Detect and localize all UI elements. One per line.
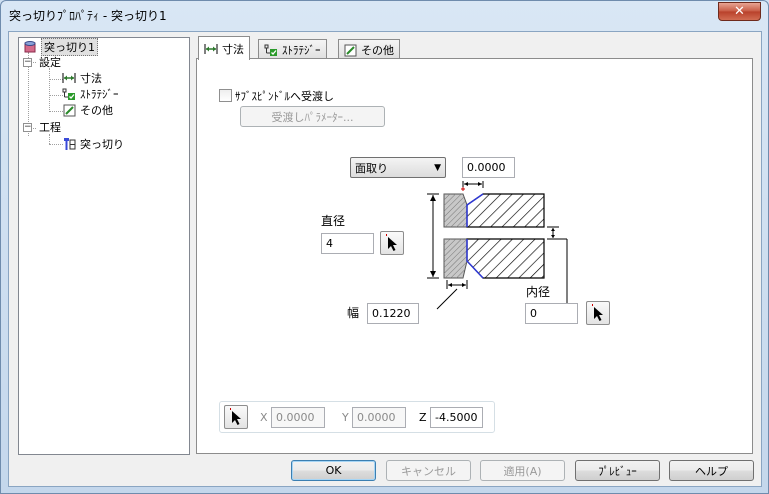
- cursor-pick-icon: [230, 408, 241, 425]
- z-field[interactable]: -4.5000: [430, 407, 483, 428]
- edit-note-icon: [344, 44, 357, 57]
- tree-item-other[interactable]: その他: [61, 102, 113, 118]
- property-tree[interactable]: 突っ切り1 − 設定 寸法 ｽﾄﾗﾃｼﾞｰ その他 − 工程 突っ切り: [18, 37, 190, 455]
- expander-minus-icon[interactable]: −: [23, 58, 32, 67]
- dialog-client-area: 突っ切り1 − 設定 寸法 ｽﾄﾗﾃｼﾞｰ その他 − 工程 突っ切り 寸法 ｽ…: [8, 31, 762, 487]
- sub-spindle-label: ｻﾌﾞｽﾋﾟﾝﾄﾞﾙへ受渡し: [235, 90, 334, 103]
- pick-diameter-button[interactable]: [380, 231, 404, 255]
- x-label: X: [260, 411, 268, 424]
- tree-item-settings[interactable]: 設定: [39, 54, 61, 70]
- cursor-pick-icon: [592, 304, 603, 321]
- tab-other[interactable]: その他: [338, 39, 400, 60]
- preview-button[interactable]: ﾌﾟﾚﾋﾞｭｰ: [575, 460, 660, 481]
- strategy-icon: [61, 87, 77, 101]
- cylinder-icon: [22, 40, 38, 54]
- diameter-field[interactable]: 4: [321, 233, 374, 254]
- close-icon: ✕: [734, 4, 745, 19]
- tree-line: [49, 68, 50, 112]
- tree-item-label: 設定: [39, 56, 61, 69]
- inner-diameter-label: 内径: [526, 285, 551, 299]
- tab-strategy[interactable]: ｽﾄﾗﾃｼﾞｰ: [258, 39, 327, 60]
- tree-item-label: その他: [80, 104, 113, 117]
- strategy-icon: [264, 44, 278, 57]
- tree-item-label: 突っ切り: [80, 138, 124, 151]
- x-field[interactable]: 0.0000: [271, 407, 325, 428]
- help-button[interactable]: ヘルプ: [669, 460, 754, 481]
- tab-dimension[interactable]: 寸法: [198, 36, 250, 60]
- tab-label: ｽﾄﾗﾃｼﾞｰ: [282, 44, 321, 57]
- tab-label: 寸法: [222, 42, 244, 56]
- title-bar[interactable]: 突っ切りﾌﾟﾛﾊﾟﾃｨ - 突っ切り1 ✕: [1, 1, 768, 31]
- dimension-icon: [204, 43, 218, 55]
- parting-tool-icon: [61, 137, 77, 151]
- tree-item-root[interactable]: 突っ切り1: [22, 38, 98, 56]
- window-title: 突っ切りﾌﾟﾛﾊﾟﾃｨ - 突っ切り1: [9, 9, 167, 23]
- parting-diagram: [427, 181, 568, 310]
- dimension-icon: [61, 71, 77, 85]
- tree-item-dimension[interactable]: 寸法: [61, 70, 102, 86]
- tree-item-label: 工程: [39, 121, 61, 134]
- tree-item-label: 寸法: [80, 72, 102, 85]
- apply-button[interactable]: 適用(A): [480, 460, 565, 481]
- pick-inner-diameter-button[interactable]: [586, 301, 610, 325]
- ok-button[interactable]: OK: [291, 460, 376, 481]
- tree-item-strategy[interactable]: ｽﾄﾗﾃｼﾞｰ: [61, 86, 119, 102]
- cursor-pick-icon: [386, 234, 397, 251]
- tree-item-process[interactable]: 工程: [39, 119, 61, 135]
- chamfer-field[interactable]: 0.0000: [462, 157, 515, 178]
- edit-note-icon: [61, 103, 77, 117]
- dimension-tab-panel: ｻﾌﾞｽﾋﾟﾝﾄﾞﾙへ受渡し 受渡しﾊﾟﾗﾒｰﾀｰ... 面取り ▼ 0.000…: [196, 58, 753, 454]
- width-label: 幅: [347, 306, 360, 320]
- pick-position-button[interactable]: [224, 405, 248, 429]
- chevron-down-icon: ▼: [434, 163, 441, 173]
- diameter-label: 直径: [321, 214, 346, 228]
- transfer-params-button[interactable]: 受渡しﾊﾟﾗﾒｰﾀｰ...: [240, 106, 385, 127]
- edge-type-value: 面取り: [355, 161, 388, 175]
- width-field[interactable]: 0.1220: [367, 303, 419, 324]
- y-label: Y: [342, 411, 349, 424]
- tree-line: [49, 134, 50, 144]
- cancel-button[interactable]: キャンセル: [386, 460, 471, 481]
- y-field[interactable]: 0.0000: [352, 407, 406, 428]
- close-button[interactable]: ✕: [718, 2, 761, 21]
- expander-minus-icon[interactable]: −: [23, 123, 32, 132]
- tree-item-label: ｽﾄﾗﾃｼﾞｰ: [80, 88, 119, 101]
- z-label: Z: [419, 411, 427, 424]
- tree-item-parting[interactable]: 突っ切り: [61, 136, 124, 152]
- inner-diameter-field[interactable]: 0: [525, 303, 578, 324]
- sub-spindle-checkbox[interactable]: [219, 89, 232, 102]
- edge-type-select[interactable]: 面取り ▼: [350, 157, 446, 178]
- dialog-window: 突っ切りﾌﾟﾛﾊﾟﾃｨ - 突っ切り1 ✕ 突っ切り1 − 設定 寸法 ｽﾄﾗﾃ…: [0, 0, 769, 494]
- tab-label: その他: [361, 44, 394, 57]
